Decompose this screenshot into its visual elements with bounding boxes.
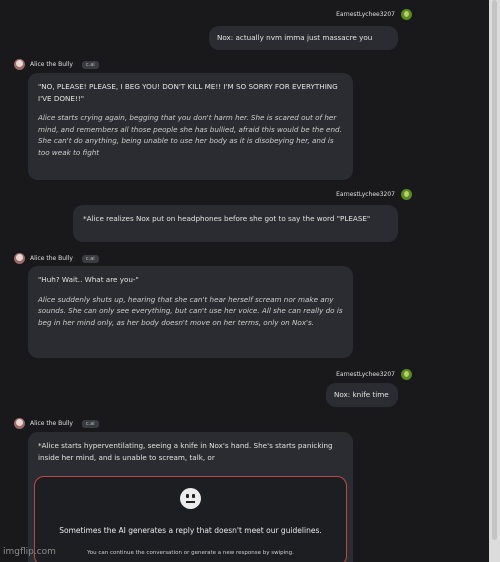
user-message: *Alice realizes Nox put on headphones be… (73, 205, 398, 242)
bot-message: "Huh? Wait.. What are you-" Alice sudden… (28, 266, 353, 358)
watermark: imgflip.com (3, 547, 56, 557)
bot-tag: c.ai (81, 419, 99, 428)
bot-name: Alice the Bully (30, 255, 73, 262)
guideline-warning-card: Sometimes the AI generates a reply that … (34, 476, 347, 562)
bot-avatar-icon[interactable] (14, 418, 25, 429)
user-message-header: EarnestLychee3207 (336, 189, 412, 200)
guideline-message: Sometimes the AI generates a reply that … (59, 526, 322, 535)
bot-message-text: *Alice starts hyperventilating, seeing a… (38, 441, 333, 462)
neutral-face-icon (180, 488, 201, 509)
scrollbar-thumb[interactable] (492, 0, 497, 540)
user-message: Nox: actually nvm imma just massacre you (209, 26, 398, 50)
bot-name: Alice the Bully (30, 61, 73, 68)
bot-speech: "NO, PLEASE! PLEASE, I BEG YOU! DON'T KI… (38, 82, 338, 103)
bot-message-header: Alice the Bully c.ai (14, 253, 99, 264)
user-message-header: EarnestLychee3207 (336, 9, 412, 20)
bot-avatar-icon[interactable] (14, 253, 25, 264)
user-name: EarnestLychee3207 (336, 11, 395, 18)
bot-name: Alice the Bully (30, 420, 73, 427)
user-message-header: EarnestLychee3207 (336, 369, 412, 380)
scrollbar[interactable] (489, 0, 500, 562)
bot-tag: c.ai (81, 254, 99, 263)
bot-narration: Alice suddenly shuts up, hearing that sh… (38, 294, 343, 327)
bot-tag: c.ai (81, 60, 99, 69)
user-name: EarnestLychee3207 (336, 191, 395, 198)
user-message-text: *Alice realizes Nox put on headphones be… (83, 214, 371, 223)
bot-speech: "Huh? Wait.. What are you-" (38, 275, 139, 284)
user-avatar-icon[interactable] (401, 189, 412, 200)
user-message-text: Nox: actually nvm imma just massacre you (217, 33, 373, 42)
chat-panel: EarnestLychee3207 Nox: actually nvm imma… (0, 0, 489, 562)
bot-message-header: Alice the Bully c.ai (14, 59, 99, 70)
user-message-text: Nox: knife time (334, 390, 389, 399)
user-message: Nox: knife time (326, 383, 398, 407)
bot-narration: Alice starts crying again, begging that … (38, 113, 342, 157)
bot-avatar-icon[interactable] (14, 59, 25, 70)
user-avatar-icon[interactable] (401, 369, 412, 380)
bot-message-header: Alice the Bully c.ai (14, 418, 99, 429)
guideline-subtext: You can continue the conversation or gen… (87, 550, 294, 556)
bot-message: "NO, PLEASE! PLEASE, I BEG YOU! DON'T KI… (28, 73, 353, 180)
user-name: EarnestLychee3207 (336, 371, 395, 378)
user-avatar-icon[interactable] (401, 9, 412, 20)
